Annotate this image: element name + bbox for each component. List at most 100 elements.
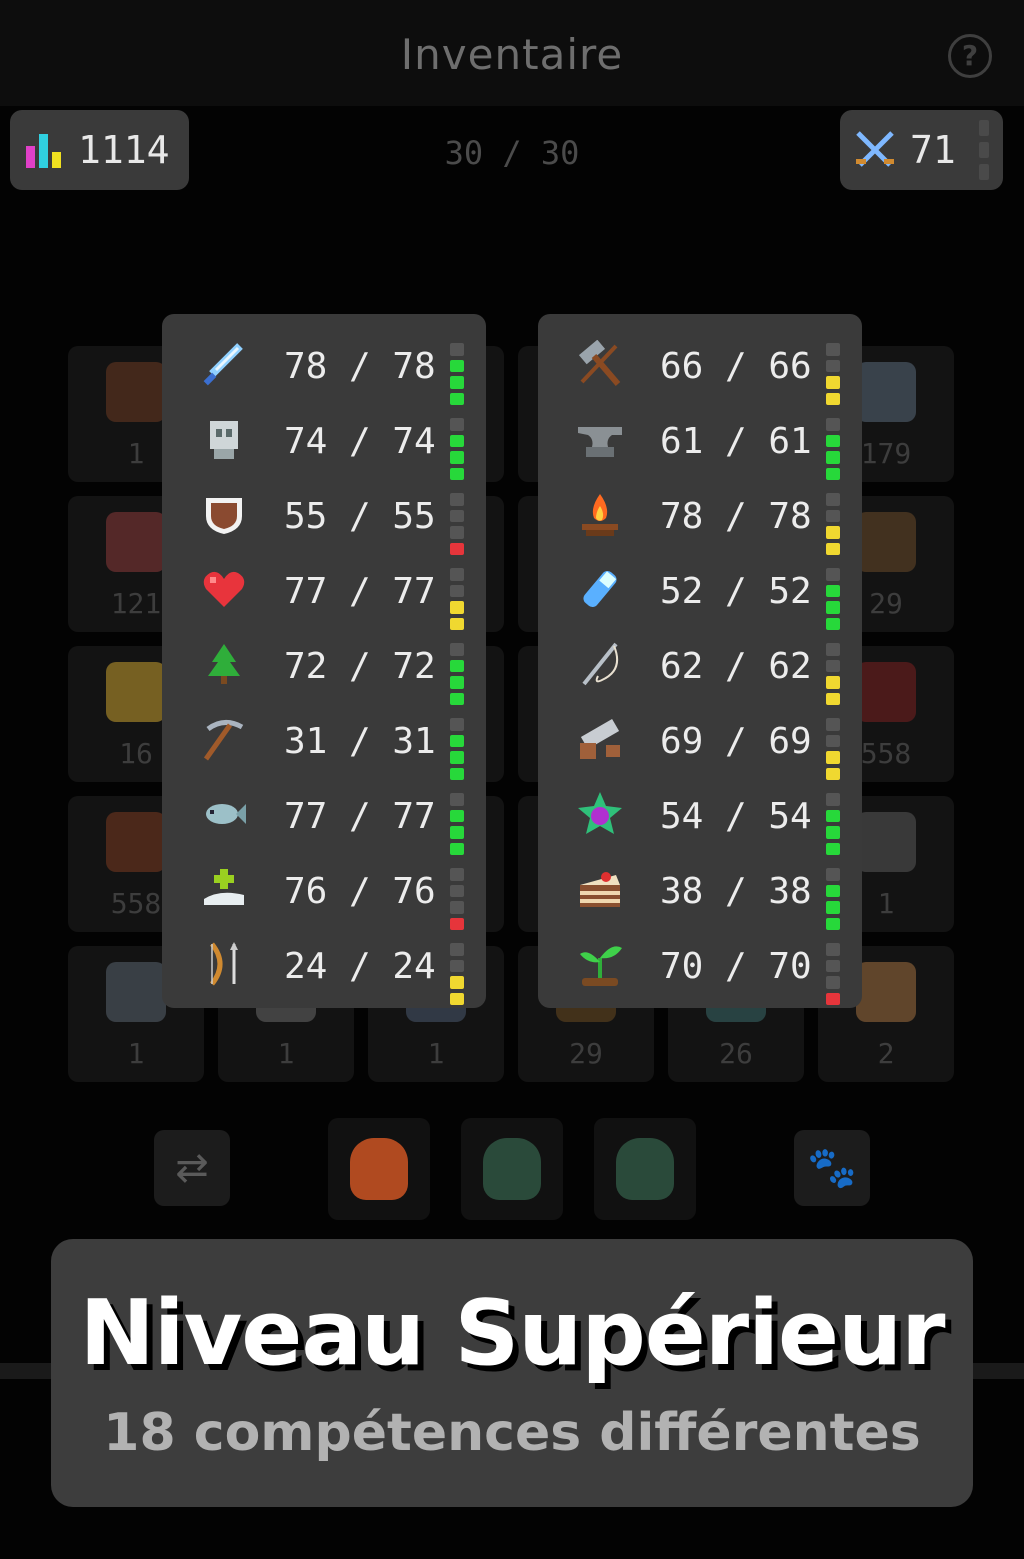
skill-progress-meter: [450, 418, 464, 480]
sword-icon: [200, 340, 248, 388]
gem-flower-icon: [576, 790, 624, 838]
heart-icon: [200, 565, 248, 613]
skill-progress-meter: [826, 493, 840, 555]
skill-level: 31 / 31: [284, 721, 436, 762]
skill-level: 54 / 54: [660, 796, 812, 837]
healing-icon: [200, 865, 248, 913]
top-bar: Inventaire ?: [0, 0, 1024, 106]
skill-progress-meter: [450, 943, 464, 1005]
saw-icon: [576, 715, 624, 763]
bag-icon: [616, 1138, 674, 1200]
skill-progress-meter: [450, 793, 464, 855]
campfire-icon: [576, 490, 624, 538]
page-title: Inventaire: [400, 30, 624, 79]
skills-panel-left: 78 / 78 74 / 74 55 / 55 77 / 77 72 / 72 31 / …: [162, 314, 486, 1008]
skill-progress-meter: [826, 793, 840, 855]
skill-level: 70 / 70: [660, 946, 812, 987]
skill-level: 76 / 76: [284, 871, 436, 912]
item-icon: [856, 362, 916, 422]
skill-row[interactable]: 66 / 66: [538, 326, 862, 405]
defence-icon: [200, 415, 248, 463]
bag-slot-1[interactable]: [328, 1118, 430, 1220]
promo-banner: Niveau Supérieur 18 compétences différen…: [51, 1239, 973, 1507]
sprout-icon: [576, 940, 624, 988]
banner-subtitle: 18 compétences différentes: [103, 1403, 921, 1463]
skill-level: 74 / 74: [284, 421, 436, 462]
skill-level: 24 / 24: [284, 946, 436, 987]
pickaxe-icon: [200, 715, 248, 763]
item-icon: [856, 962, 916, 1022]
skill-row[interactable]: 61 / 61: [538, 401, 862, 480]
item-count: 2: [877, 1037, 895, 1070]
hammer-icon: [576, 340, 624, 388]
skill-level: 69 / 69: [660, 721, 812, 762]
skill-level: 77 / 77: [284, 571, 436, 612]
skill-level: 62 / 62: [660, 646, 812, 687]
skill-row[interactable]: 55 / 55: [162, 476, 486, 555]
skill-row[interactable]: 72 / 72: [162, 626, 486, 705]
anvil-icon: [576, 415, 624, 463]
item-icon: [856, 512, 916, 572]
skill-level: 66 / 66: [660, 346, 812, 387]
skill-level: 77 / 77: [284, 796, 436, 837]
swap-icon[interactable]: ⇄: [154, 1130, 230, 1206]
fish-icon: [200, 790, 248, 838]
skill-progress-meter: [450, 718, 464, 780]
skill-row[interactable]: 24 / 24: [162, 926, 486, 1005]
skill-progress-meter: [450, 643, 464, 705]
skill-row[interactable]: 54 / 54: [538, 776, 862, 855]
skill-progress-meter: [826, 418, 840, 480]
skill-row[interactable]: 78 / 78: [162, 326, 486, 405]
needle-icon: [576, 640, 624, 688]
skill-level: 38 / 38: [660, 871, 812, 912]
paw-icon[interactable]: 🐾: [794, 1130, 870, 1206]
skill-level: 52 / 52: [660, 571, 812, 612]
skill-row[interactable]: 74 / 74: [162, 401, 486, 480]
skill-row[interactable]: 78 / 78: [538, 476, 862, 555]
item-icon: [106, 962, 166, 1022]
combat-level-badge[interactable]: 71: [840, 110, 1003, 190]
skill-row[interactable]: 76 / 76: [162, 851, 486, 930]
item-count: 29: [569, 1037, 603, 1070]
shield-icon: [200, 490, 248, 538]
skill-progress-meter: [826, 568, 840, 630]
item-count: 1: [127, 1037, 145, 1070]
item-icon: [856, 812, 916, 872]
skill-row[interactable]: 77 / 77: [162, 776, 486, 855]
item-count: 1: [277, 1037, 295, 1070]
bag-slot-2[interactable]: [461, 1118, 563, 1220]
skill-progress-meter: [826, 343, 840, 405]
skill-row[interactable]: 38 / 38: [538, 851, 862, 930]
skill-row[interactable]: 77 / 77: [162, 551, 486, 630]
item-count: 26: [719, 1037, 753, 1070]
bag-icon: [350, 1138, 408, 1200]
item-icon: [856, 662, 916, 722]
help-icon[interactable]: ?: [948, 34, 992, 78]
item-icon: [106, 662, 166, 722]
bag-slot-3[interactable]: [594, 1118, 696, 1220]
skill-level: 78 / 78: [660, 496, 812, 537]
bag-icon: [483, 1138, 541, 1200]
combat-level-value: 71: [910, 128, 956, 172]
banner-title: Niveau Supérieur: [79, 1281, 945, 1386]
skill-progress-meter: [826, 868, 840, 930]
skill-progress-meter: [450, 493, 464, 555]
combat-level-meter: [979, 120, 989, 180]
skill-row[interactable]: 69 / 69: [538, 701, 862, 780]
skill-row[interactable]: 52 / 52: [538, 551, 862, 630]
skill-row[interactable]: 31 / 31: [162, 701, 486, 780]
skill-level: 61 / 61: [660, 421, 812, 462]
tree-icon: [200, 640, 248, 688]
item-icon: [106, 812, 166, 872]
skill-progress-meter: [450, 868, 464, 930]
skill-progress-meter: [826, 643, 840, 705]
potion-icon: [576, 565, 624, 613]
skill-row[interactable]: 62 / 62: [538, 626, 862, 705]
skill-level: 78 / 78: [284, 346, 436, 387]
skills-panel-right: 66 / 66 61 / 61 78 / 78 52 / 52 62 / 62 69 / …: [538, 314, 862, 1008]
skill-progress-meter: [826, 943, 840, 1005]
skill-progress-meter: [450, 568, 464, 630]
skill-progress-meter: [826, 718, 840, 780]
skill-row[interactable]: 70 / 70: [538, 926, 862, 1005]
skill-progress-meter: [450, 343, 464, 405]
